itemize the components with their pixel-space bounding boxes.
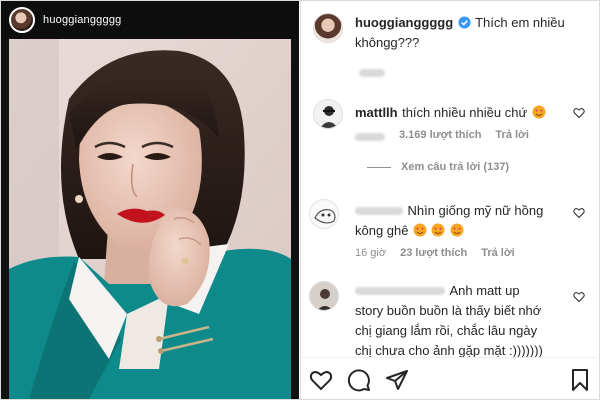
story-avatar[interactable] — [9, 7, 35, 33]
comment-body: Anh matt up story buồn buồn là thấy biết… — [355, 281, 565, 361]
send-icon[interactable] — [385, 368, 409, 392]
caption-time-blurred — [359, 69, 385, 77]
comment-likes[interactable]: 3.169 lượt thích — [399, 129, 481, 141]
comment-row: Anh matt up story buồn buồn là thấy biết… — [301, 279, 600, 358]
commenter-username-blurred[interactable] — [355, 286, 445, 295]
action-bar — [301, 357, 600, 399]
comment-body: mattllh thích nhiều nhiều chứ — [355, 103, 575, 123]
commenter-username-blurred[interactable] — [355, 206, 403, 215]
author-username[interactable]: huoggianggggg — [355, 15, 453, 30]
comment-text-line2: story buồn buồn là thấy biết nhớ — [355, 303, 542, 318]
caption-text: Thích em nhiều — [475, 15, 565, 30]
caption-block: huoggianggggg Thích em nhiều khôngg??? — [355, 13, 590, 53]
commenter-username[interactable]: mattllh — [355, 105, 398, 120]
comments-panel: huoggianggggg Thích em nhiều khôngg??? m… — [300, 1, 600, 399]
comment-text: thích nhiều nhiều chứ — [402, 105, 528, 120]
view-replies-link[interactable]: Xem câu trả lời (137) — [367, 161, 509, 173]
view-replies-text: Xem câu trả lời (137) — [401, 161, 510, 173]
story-panel: huoggianggggg — [1, 1, 299, 399]
reply-button[interactable]: Trả lời — [481, 247, 515, 259]
heart-eyes-emoji-icon — [450, 223, 464, 237]
view-replies-line — [367, 166, 391, 168]
like-comment-heart-icon[interactable] — [573, 207, 585, 219]
commenter-avatar[interactable] — [309, 199, 339, 229]
comment-text-line3: chị giang lắm rồi, chắc lâu ngày — [355, 323, 538, 338]
comment-row: Nhìn giống mỹ nữ hồng kông ghê 16 giờ 23… — [301, 197, 600, 267]
heart-icon[interactable] — [309, 368, 333, 392]
story-header: huoggianggggg — [1, 1, 299, 39]
caption-text-line2: khôngg??? — [355, 35, 420, 50]
comment-text-line2: kông ghê — [355, 223, 409, 238]
heart-eyes-emoji-icon — [431, 223, 445, 237]
commenter-avatar[interactable] — [309, 281, 339, 311]
comment-meta: 3.169 lượt thích Trả lời — [399, 129, 529, 141]
commenter-avatar[interactable] — [313, 99, 343, 129]
caption-row: huoggianggggg Thích em nhiều khôngg??? — [301, 11, 600, 77]
comment-time: 16 giờ — [355, 247, 387, 259]
comment-text-line4: chị chưa cho ảnh gặp mặt :))))))) — [355, 343, 543, 358]
comment-likes[interactable]: 23 lượt thích — [400, 247, 467, 259]
reply-button[interactable]: Trả lời — [495, 129, 529, 141]
heart-eyes-emoji-icon — [532, 105, 546, 119]
bookmark-icon[interactable] — [568, 368, 592, 392]
like-comment-heart-icon[interactable] — [573, 291, 585, 303]
story-username[interactable]: huoggianggggg — [43, 14, 121, 26]
comment-icon[interactable] — [347, 368, 371, 392]
comment-row: mattllh thích nhiều nhiều chứ 3.169 lượt… — [301, 97, 600, 167]
like-comment-heart-icon[interactable] — [573, 107, 585, 119]
comment-text: Anh matt up — [449, 283, 520, 298]
author-avatar[interactable] — [313, 13, 343, 43]
comment-text: Nhìn giống mỹ nữ hồng — [407, 203, 544, 218]
verified-badge-icon — [458, 16, 471, 29]
comment-time-blurred — [355, 133, 385, 141]
heart-eyes-emoji-icon — [413, 223, 427, 237]
comment-meta: 16 giờ 23 lượt thích Trả lời — [355, 247, 515, 259]
comment-body: Nhìn giống mỹ nữ hồng kông ghê — [355, 201, 565, 241]
story-photo — [9, 39, 291, 399]
